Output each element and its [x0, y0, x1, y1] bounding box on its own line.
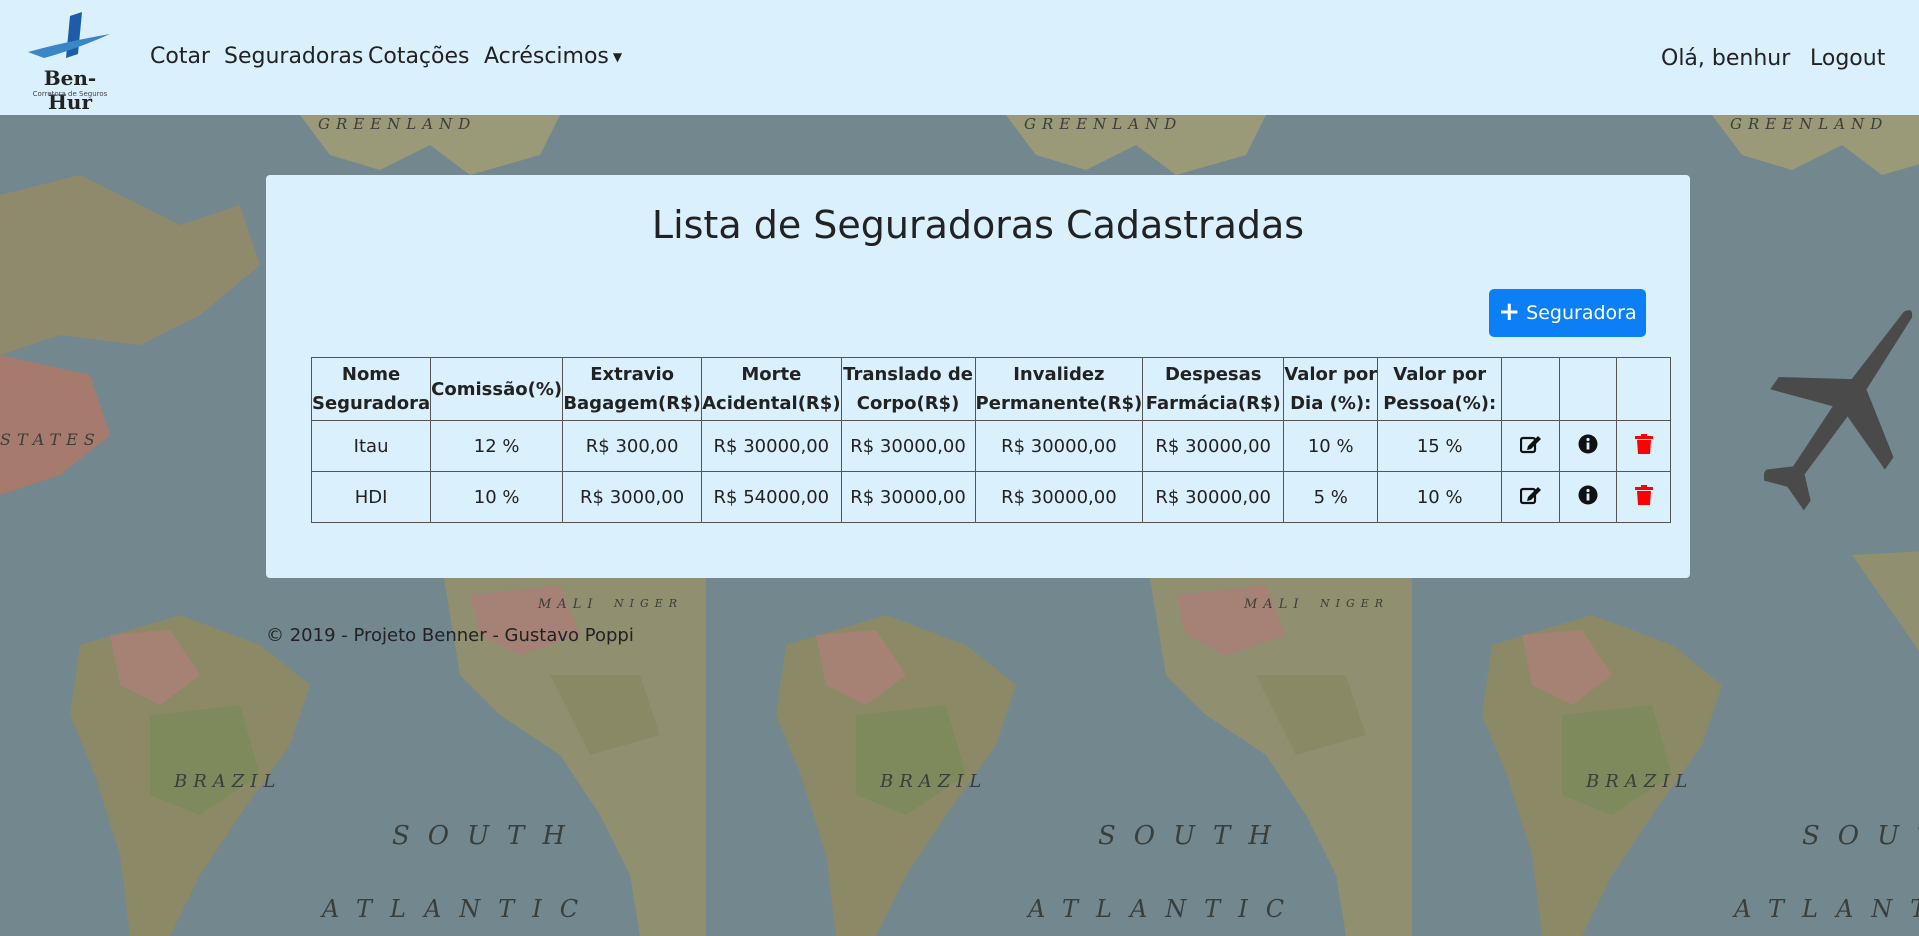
cell-nome: Itau — [310, 420, 432, 472]
col-header-line: Permanente(R$) — [975, 393, 1143, 414]
col-header: Morte Acidental(R$) — [701, 357, 842, 421]
map-label-brazil: BRAZIL — [1586, 771, 1694, 792]
nav-cotacoes[interactable]: Cotações — [368, 44, 469, 69]
col-header: Nome Seguradora — [310, 357, 432, 421]
col-header-line: Despesas — [1164, 364, 1262, 385]
info-button[interactable] — [1559, 471, 1618, 523]
nav-acrescimos-label: Acréscimos — [484, 44, 609, 69]
map-label-niger: NIGER — [614, 597, 684, 610]
add-seguradora-button[interactable]: + Seguradora — [1489, 289, 1646, 337]
brand-tagline: Corretora de Seguros — [32, 90, 108, 98]
cell-translado: R$ 30000,00 — [840, 471, 976, 523]
col-header: Translado de Corpo(R$) — [840, 357, 976, 421]
col-header-line: Extravio — [590, 364, 675, 385]
col-header: Comissão(%) — [430, 357, 564, 421]
cell-extravio: R$ 3000,00 — [562, 471, 703, 523]
delete-button[interactable] — [1616, 471, 1672, 523]
col-header: Despesas Farmácia(R$) — [1142, 357, 1285, 421]
col-header: Valor por Pessoa(%): — [1377, 357, 1503, 421]
cell-valor-dia: 10 % — [1283, 420, 1379, 472]
cell-valor-dia: 5 % — [1283, 471, 1379, 523]
map-label-south: SOUTH — [392, 821, 584, 851]
cell-extravio: R$ 300,00 — [562, 420, 703, 472]
col-header-line: Corpo(R$) — [856, 393, 960, 414]
table-header-row: Nome Seguradora Comissão(%) Extravio Bagag… — [310, 357, 1672, 421]
cell-invalidez: R$ 30000,00 — [974, 420, 1144, 472]
map-label-states: STATES — [0, 430, 101, 449]
seguradoras-table: Nome Seguradora Comissão(%) Extravio Bagag… — [310, 357, 1672, 523]
col-header-line: Bagagem(R$) — [563, 393, 701, 414]
footer-copyright: © 2019 - Projeto Benner - Gustavo Poppi — [266, 625, 634, 646]
col-header-line: Pessoa(%): — [1383, 393, 1497, 414]
edit-button[interactable] — [1501, 420, 1561, 472]
cell-valor-pessoa: 15 % — [1377, 420, 1503, 472]
logo-mark-icon — [28, 12, 110, 58]
user-greeting[interactable]: Olá, benhur — [1661, 46, 1790, 71]
map-label-atlantic: ATLANTIC — [1028, 895, 1303, 923]
map-label-greenland: GREENLAND — [1730, 115, 1889, 133]
nav-acrescimos-dropdown[interactable]: Acréscimos ▼ — [484, 44, 622, 69]
cell-comissao: 12 % — [430, 420, 564, 472]
col-header-actions — [1501, 357, 1561, 421]
edit-icon — [1519, 486, 1541, 504]
col-header-line: Nome — [341, 364, 401, 385]
plus-icon: + — [1498, 297, 1521, 327]
cell-morte: R$ 54000,00 — [701, 471, 842, 523]
col-header-line: Farmácia(R$) — [1145, 393, 1281, 414]
add-seguradora-label: Seguradora — [1526, 302, 1637, 324]
caret-down-icon: ▼ — [612, 50, 623, 64]
col-header-line: Valor por — [1284, 364, 1378, 385]
map-label-niger: NIGER — [1320, 597, 1390, 610]
airplane-icon — [1764, 310, 1913, 511]
brand-logo[interactable]: Ben-Hur Corretora de Seguros — [24, 12, 116, 114]
map-label-greenland: GREENLAND — [318, 115, 477, 133]
cell-translado: R$ 30000,00 — [840, 420, 976, 472]
edit-button[interactable] — [1501, 471, 1561, 523]
nav-seguradoras[interactable]: Seguradoras — [224, 44, 363, 69]
col-header-line: Comissão(%) — [431, 378, 563, 400]
col-header: Valor por Dia (%): — [1283, 357, 1379, 421]
cell-morte: R$ 30000,00 — [701, 420, 842, 472]
col-header-line: Seguradora — [312, 393, 431, 414]
map-label-brazil: BRAZIL — [174, 771, 282, 792]
map-label-south: SOUTH — [1802, 821, 1919, 851]
info-icon — [1578, 434, 1598, 453]
content-card: Lista de Seguradoras Cadastradas + Segur… — [266, 175, 1690, 578]
map-label-brazil: BRAZIL — [880, 771, 988, 792]
table-row: HDI 10 % R$ 3000,00 R$ 54000,00 R$ 30000… — [310, 471, 1672, 523]
cell-despesas: R$ 30000,00 — [1142, 471, 1285, 523]
col-header: Extravio Bagagem(R$) — [562, 357, 703, 421]
info-icon — [1578, 485, 1598, 504]
col-header-line: Dia (%): — [1290, 393, 1372, 414]
nav-cotar[interactable]: Cotar — [150, 44, 210, 69]
info-button[interactable] — [1559, 420, 1618, 472]
trash-icon — [1634, 484, 1653, 505]
col-header-actions — [1559, 357, 1618, 421]
page-title: Lista de Seguradoras Cadastradas — [651, 203, 1305, 247]
delete-button[interactable] — [1616, 420, 1672, 472]
trash-icon — [1634, 433, 1653, 454]
map-label-mali: MALI — [1244, 597, 1305, 612]
cell-nome: HDI — [310, 471, 432, 523]
col-header-actions — [1616, 357, 1672, 421]
cell-invalidez: R$ 30000,00 — [974, 471, 1144, 523]
cell-valor-pessoa: 10 % — [1377, 471, 1503, 523]
col-header: Invalidez Permanente(R$) — [974, 357, 1144, 421]
logout-link[interactable]: Logout — [1810, 46, 1885, 71]
table-row: Itau 12 % R$ 300,00 R$ 30000,00 R$ 30000… — [310, 420, 1672, 472]
col-header-line: Acidental(R$) — [702, 393, 841, 414]
map-label-atlantic: ATLANTIC — [322, 895, 597, 923]
col-header-line: Valor por — [1393, 364, 1487, 385]
navbar: Ben-Hur Corretora de Seguros Cotar Segur… — [0, 0, 1919, 115]
map-label-atlantic: ATLANTIC — [1734, 895, 1919, 923]
col-header-line: Morte — [741, 364, 802, 385]
map-label-south: SOUTH — [1098, 821, 1290, 851]
col-header-line: Invalidez — [1013, 364, 1105, 385]
col-header-line: Translado de — [843, 364, 973, 385]
map-label-greenland: GREENLAND — [1024, 115, 1183, 133]
cell-comissao: 10 % — [430, 471, 564, 523]
cell-despesas: R$ 30000,00 — [1142, 420, 1285, 472]
edit-icon — [1519, 435, 1541, 453]
map-label-mali: MALI — [538, 597, 599, 612]
